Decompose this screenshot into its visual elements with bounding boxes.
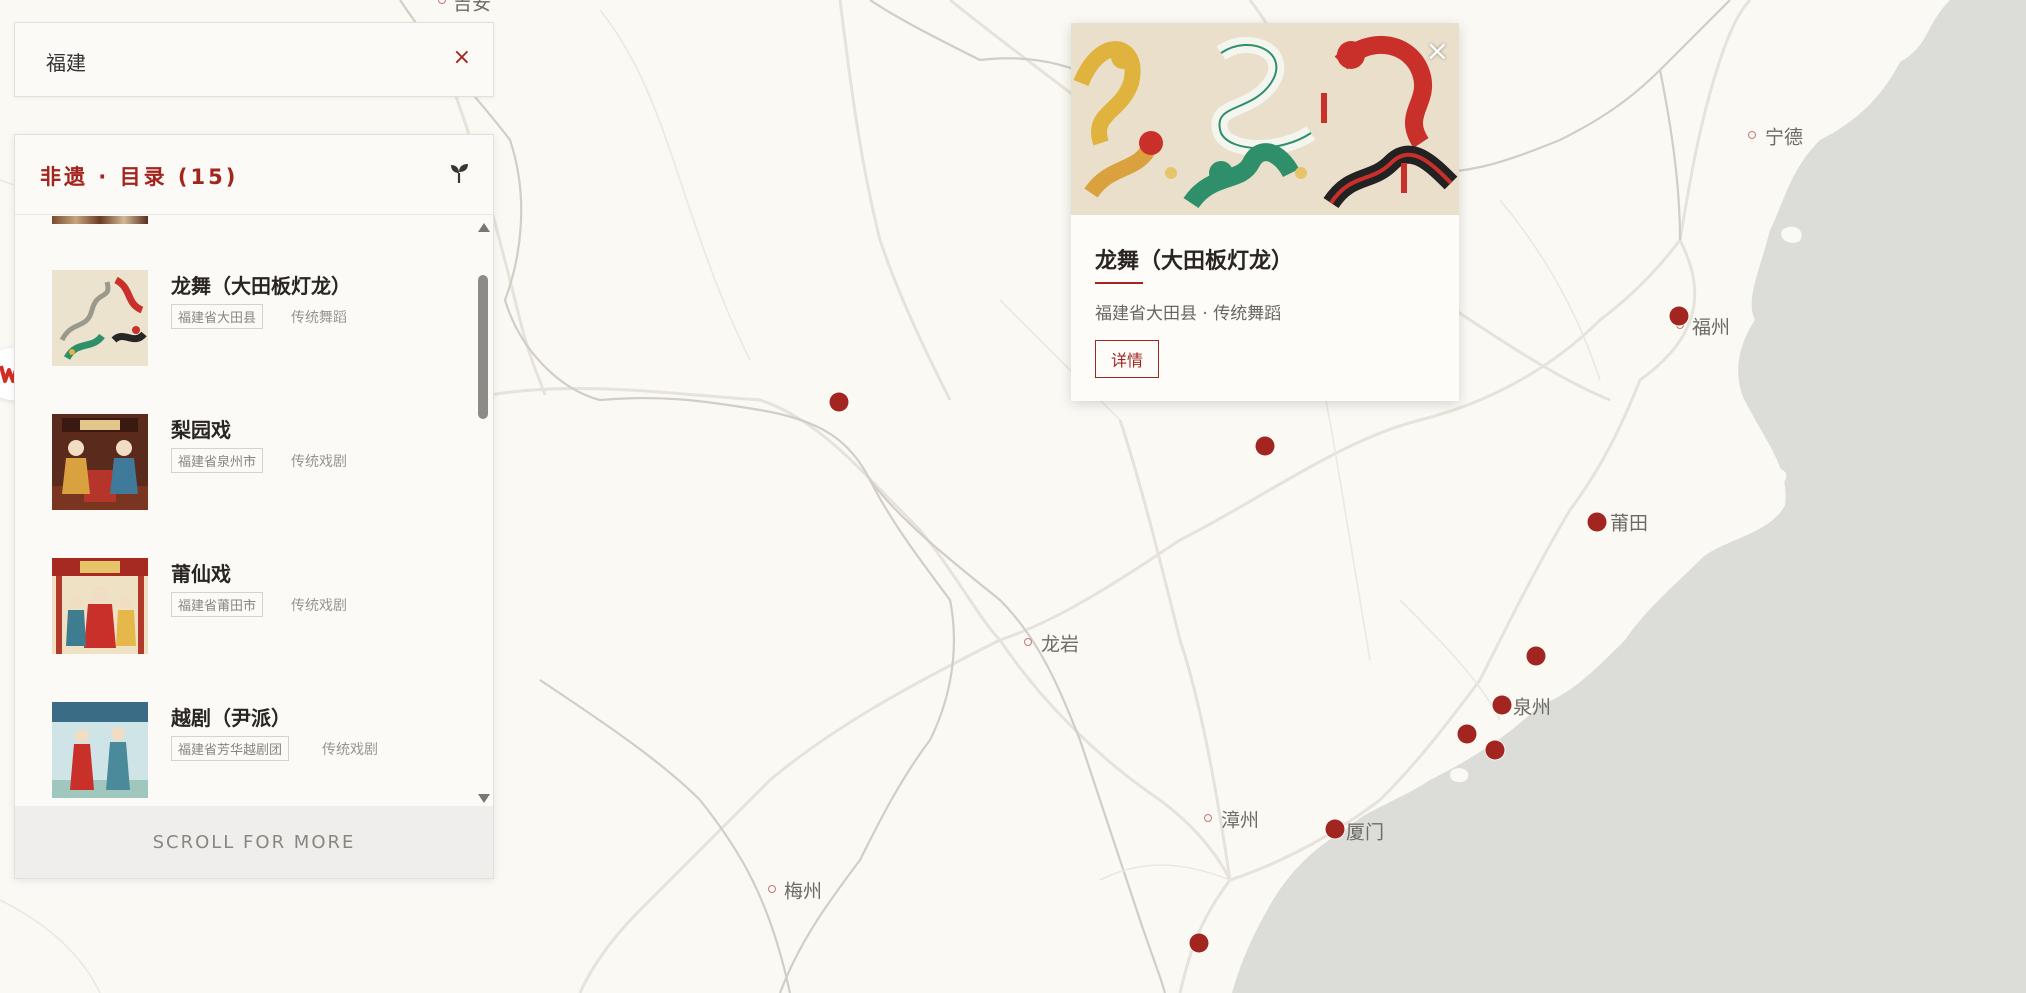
heritage-directory-panel: 非遗 · 目录 (15) 龙舞（大田板灯龙） 福建省大田县 传统舞蹈 梨园戏 福… bbox=[14, 134, 494, 879]
scroll-up-arrow-icon[interactable] bbox=[478, 223, 490, 232]
list-item[interactable]: 莆仙戏 福建省莆田市 传统戏剧 bbox=[15, 558, 475, 702]
list-item-category: 传统戏剧 bbox=[291, 454, 347, 470]
list-item[interactable]: 梨园戏 福建省泉州市 传统戏剧 bbox=[15, 414, 475, 558]
city-label-putian: 莆田 bbox=[1610, 512, 1649, 535]
heritage-marker[interactable] bbox=[1526, 646, 1546, 666]
scroll-for-more-button[interactable]: SCROLL FOR MORE bbox=[15, 806, 493, 878]
city-label-fuzhou: 福州 bbox=[1692, 316, 1731, 339]
city-label-quanzhou: 泉州 bbox=[1513, 696, 1552, 719]
list-item-category: 传统戏剧 bbox=[291, 598, 347, 614]
list-item[interactable]: 龙舞（大田板灯龙） 福建省大田县 传统舞蹈 bbox=[15, 270, 475, 414]
close-icon[interactable]: × bbox=[453, 47, 471, 69]
panel-header: 非遗 · 目录 (15) bbox=[15, 135, 493, 215]
list-item-thumbnail bbox=[52, 216, 148, 224]
city-dot-longyan bbox=[1024, 638, 1032, 646]
city-label-ningde: 宁德 bbox=[1765, 126, 1804, 149]
list-item-name: 越剧（尹派） bbox=[171, 706, 291, 730]
heritage-marker[interactable] bbox=[1457, 724, 1477, 744]
popup-image bbox=[1071, 23, 1459, 215]
panel-title: 非遗 · 目录 (15) bbox=[40, 165, 239, 189]
list-item-name: 莆仙戏 bbox=[171, 562, 231, 586]
city-label-meizhou: 梅州 bbox=[784, 880, 823, 903]
scroll-down-arrow-icon[interactable] bbox=[478, 794, 490, 803]
city-dot-zhangzhou bbox=[1204, 814, 1212, 822]
list-item-thumbnail bbox=[52, 414, 148, 510]
heritage-marker[interactable] bbox=[1485, 740, 1505, 760]
scrollbar[interactable] bbox=[477, 223, 490, 803]
heritage-popup: × 龙舞（大田板灯龙） 福建省大田县 · 传统舞蹈 详情 bbox=[1071, 23, 1459, 401]
list-item-category: 传统戏剧 bbox=[322, 742, 378, 758]
heritage-marker[interactable] bbox=[1325, 819, 1345, 839]
city-label-xiamen: 厦门 bbox=[1346, 821, 1385, 844]
search-input[interactable] bbox=[46, 45, 426, 77]
list-item-name: 梨园戏 bbox=[171, 418, 231, 442]
close-icon[interactable]: × bbox=[1426, 37, 1449, 65]
popup-title: 龙舞（大田板灯龙） bbox=[1095, 249, 1294, 274]
list-item-region-tag: 福建省大田县 bbox=[171, 304, 264, 329]
city-label-zhangzhou: 漳州 bbox=[1221, 809, 1260, 832]
heritage-marker[interactable] bbox=[1189, 933, 1209, 953]
heritage-marker[interactable] bbox=[1587, 512, 1607, 532]
city-label-jian: 吉安 bbox=[453, 0, 492, 15]
list-item[interactable]: 越剧（尹派） 福建省芳华越剧团 传统戏剧 bbox=[15, 702, 475, 806]
list-item-region-tag: 福建省莆田市 bbox=[171, 592, 264, 617]
list-item-thumbnail bbox=[52, 558, 148, 654]
city-label-longyan: 龙岩 bbox=[1041, 633, 1080, 656]
heritage-marker[interactable] bbox=[1255, 436, 1275, 456]
scrollbar-thumb[interactable] bbox=[478, 275, 488, 419]
sprout-icon[interactable] bbox=[447, 161, 471, 185]
heritage-marker[interactable] bbox=[1669, 306, 1689, 326]
list-item-region-tag: 福建省芳华越剧团 bbox=[171, 736, 290, 761]
search-box: × bbox=[14, 22, 494, 97]
heritage-marker[interactable] bbox=[829, 392, 849, 412]
list-item-name: 龙舞（大田板灯龙） bbox=[171, 274, 351, 298]
list-item-region-tag: 福建省泉州市 bbox=[171, 448, 264, 473]
city-dot-meizhou bbox=[768, 885, 776, 893]
heritage-marker[interactable] bbox=[1492, 695, 1512, 715]
city-dot-ningde bbox=[1748, 131, 1756, 139]
list-item-thumbnail bbox=[52, 702, 148, 798]
list-item-thumbnail bbox=[52, 270, 148, 366]
heritage-list[interactable]: 龙舞（大田板灯龙） 福建省大田县 传统舞蹈 梨园戏 福建省泉州市 传统戏剧 莆仙… bbox=[15, 216, 475, 806]
details-button[interactable]: 详情 bbox=[1095, 340, 1159, 378]
list-item-category: 传统舞蹈 bbox=[291, 310, 347, 326]
popup-title-underline bbox=[1095, 282, 1143, 284]
popup-subtitle: 福建省大田县 · 传统舞蹈 bbox=[1095, 304, 1282, 324]
